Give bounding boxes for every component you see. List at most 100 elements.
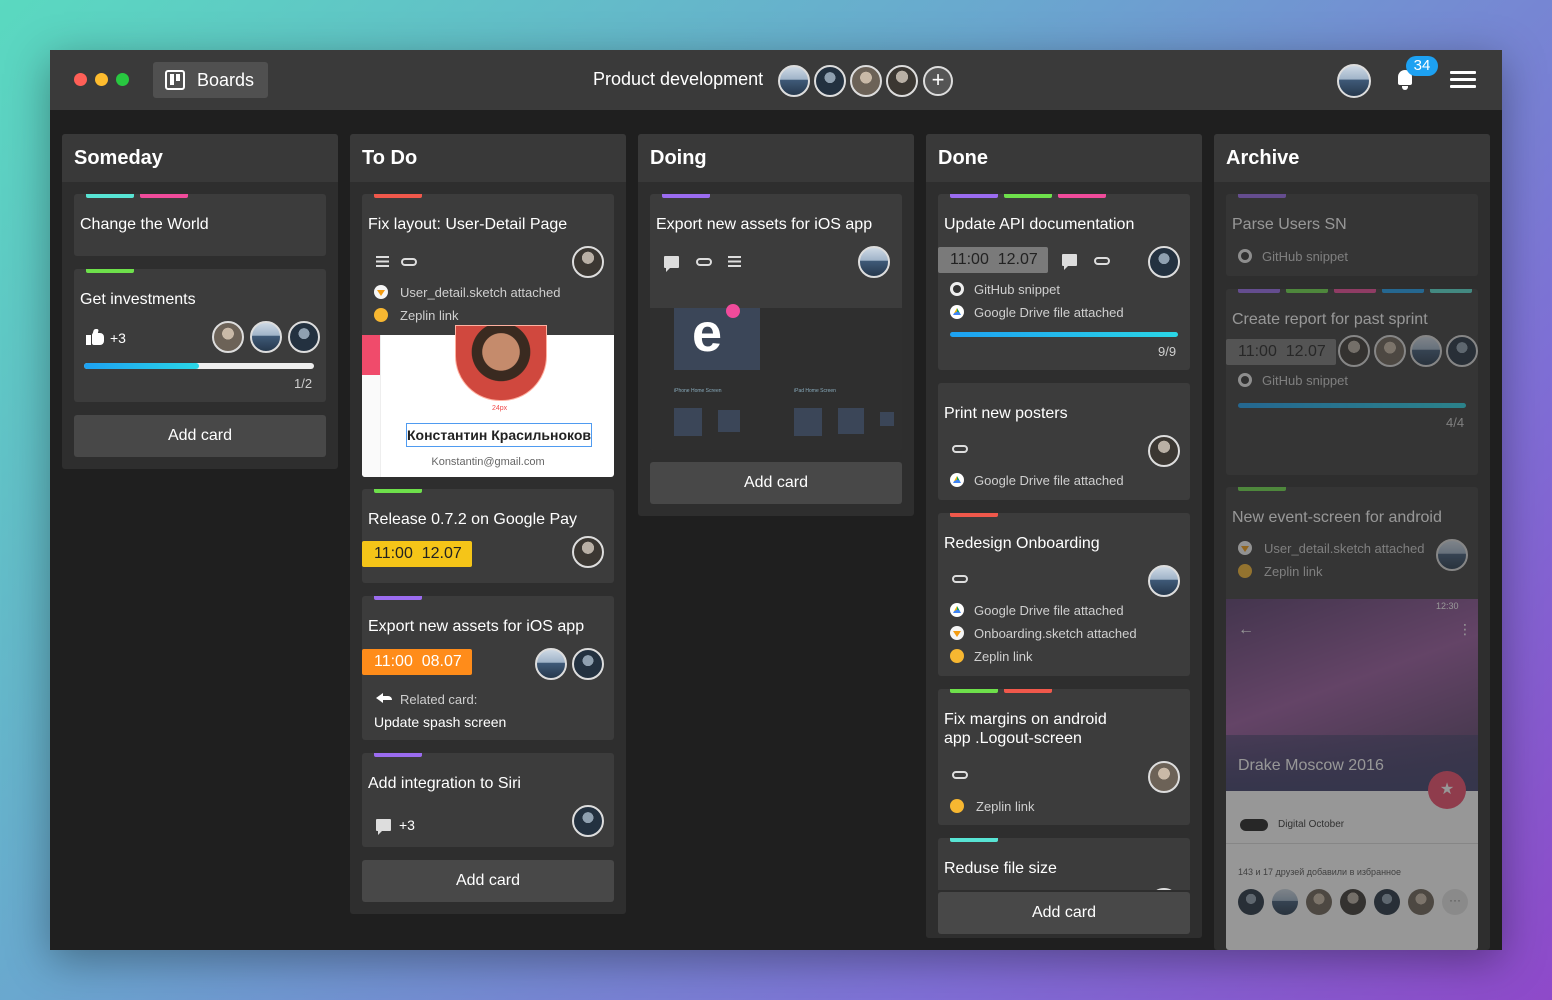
progress-fill <box>1238 403 1466 408</box>
comment-count: +3 <box>399 817 415 833</box>
attachment-link[interactable]: Zeplin link <box>400 308 459 323</box>
label-green <box>1004 194 1052 198</box>
due-time: 11:00 <box>950 251 989 268</box>
add-card-button[interactable]: Add card <box>650 462 902 504</box>
member-avatar[interactable] <box>535 648 567 680</box>
member-avatar[interactable] <box>886 65 918 97</box>
add-card-button[interactable]: Add card <box>74 415 326 457</box>
label-cyan <box>950 838 998 842</box>
friend-avatar <box>1238 889 1264 915</box>
member-avatar[interactable] <box>1436 539 1468 571</box>
member-avatar[interactable] <box>288 321 320 353</box>
boards-button[interactable]: Boards <box>153 62 268 98</box>
due-date[interactable]: 11:00 12.07 <box>1226 339 1336 365</box>
related-card-link[interactable]: Update spash screen <box>374 714 506 730</box>
top-bar: Boards Product development + 34 <box>50 50 1502 110</box>
member-avatar[interactable] <box>1148 565 1180 597</box>
member-avatar[interactable] <box>250 321 282 353</box>
member-avatar[interactable] <box>572 648 604 680</box>
attachment-link[interactable]: Onboarding.sketch attached <box>974 626 1137 641</box>
member-avatar[interactable] <box>1374 335 1406 367</box>
due-date[interactable]: 11:00 12.07 <box>362 541 472 567</box>
zeplin-icon <box>950 799 964 813</box>
card-title: Reduse file size <box>944 860 1057 877</box>
friend-avatar <box>1306 889 1332 915</box>
menu-icon[interactable] <box>1450 71 1476 89</box>
card[interactable]: Release 0.7.2 on Google Pay 11:00 12.07 <box>362 489 614 583</box>
friend-avatar <box>1340 889 1366 915</box>
label-purple <box>374 596 422 600</box>
progress-fill <box>950 332 1178 337</box>
due-date[interactable]: 11:00 08.07 <box>362 649 472 675</box>
member-avatar[interactable] <box>1410 335 1442 367</box>
column-title: Archive <box>1214 134 1490 182</box>
organizer-logo <box>1240 819 1268 831</box>
attachment-link[interactable]: Zeplin link <box>974 649 1033 664</box>
attachment-link[interactable]: GitHub snippet <box>974 282 1060 297</box>
card[interactable]: Export new assets for iOS app 11:00 08.0… <box>362 596 614 740</box>
description-icon <box>376 256 389 267</box>
board-title[interactable]: Product development <box>593 69 763 90</box>
attachment-link[interactable]: Zeplin link <box>976 799 1035 814</box>
favorite-star-icon[interactable]: ★ <box>1428 771 1466 809</box>
attachment-link[interactable]: Google Drive file attached <box>974 603 1124 618</box>
attachment-link[interactable]: GitHub snippet <box>1262 373 1348 388</box>
card[interactable]: Get investments +3 1/2 <box>74 269 326 402</box>
card[interactable]: Fix layout: User-Detail Page User_detail… <box>362 194 614 477</box>
member-avatar[interactable] <box>814 65 846 97</box>
member-avatar[interactable] <box>1338 335 1370 367</box>
member-avatar[interactable] <box>778 65 810 97</box>
member-avatar[interactable] <box>572 536 604 568</box>
due-time: 11:00 <box>1238 343 1277 360</box>
attachment-icon <box>1094 257 1110 265</box>
card[interactable]: Change the World <box>74 194 326 256</box>
label-cyan <box>1430 289 1472 293</box>
preview-label: iPad Home Screen <box>794 388 836 394</box>
card-title: Add integration to Siri <box>368 775 521 792</box>
attachment-link[interactable]: User_detail.sketch attached <box>1264 541 1424 556</box>
label-cyan <box>86 194 134 198</box>
member-avatar[interactable] <box>1148 761 1180 793</box>
card[interactable]: Redesign Onboarding Google Drive file at… <box>938 513 1190 676</box>
card[interactable]: New event-screen for android User_detail… <box>1226 487 1478 950</box>
column-archive: Archive Parse Users SN GitHub snippet Cr… <box>1214 134 1490 950</box>
back-arrow-icon[interactable]: ← <box>1238 621 1254 639</box>
comment-icon <box>376 819 391 835</box>
card[interactable]: Reduse file size <box>938 838 1190 898</box>
card-title: Redesign Onboarding <box>944 535 1100 552</box>
attachment-link[interactable]: Google Drive file attached <box>974 305 1124 320</box>
card-cover-image: 24px Константин Красильноков Konstantin@… <box>362 325 614 477</box>
member-avatar[interactable] <box>850 65 882 97</box>
label-purple <box>950 194 998 198</box>
member-avatar[interactable] <box>1446 335 1478 367</box>
card[interactable]: Export new assets for iOS app e iPhone H… <box>650 194 902 450</box>
user-avatar[interactable] <box>1337 64 1371 98</box>
member-avatar[interactable] <box>858 246 890 278</box>
add-card-button[interactable]: Add card <box>362 860 614 902</box>
card[interactable]: Print new posters Google Drive file atta… <box>938 383 1190 500</box>
card[interactable]: Add integration to Siri +3 <box>362 753 614 847</box>
attachment-link[interactable]: Google Drive file attached <box>974 473 1124 488</box>
card[interactable]: Update API documentation 11:00 12.07 Git… <box>938 194 1190 370</box>
attachment-link[interactable]: User_detail.sketch attached <box>400 285 560 300</box>
attachment-link[interactable]: GitHub snippet <box>1262 249 1348 264</box>
close-window-button[interactable] <box>74 73 87 86</box>
member-avatar[interactable] <box>1148 246 1180 278</box>
maximize-window-button[interactable] <box>116 73 129 86</box>
more-options-icon[interactable]: ⋮ <box>1458 621 1472 638</box>
more-friends-icon[interactable]: ··· <box>1442 889 1468 915</box>
minimize-window-button[interactable] <box>95 73 108 86</box>
member-avatar[interactable] <box>572 805 604 837</box>
card[interactable]: Fix margins on android app .Logout-scree… <box>938 689 1190 825</box>
member-avatar[interactable] <box>572 246 604 278</box>
card[interactable]: Parse Users SN GitHub snippet <box>1226 194 1478 276</box>
add-member-icon[interactable]: + <box>923 66 953 96</box>
member-avatar[interactable] <box>212 321 244 353</box>
thumb-up-icon[interactable] <box>86 329 104 345</box>
add-card-button[interactable]: Add card <box>938 892 1190 934</box>
attachment-link[interactable]: Zeplin link <box>1264 564 1323 579</box>
progress-text: 9/9 <box>1158 344 1177 359</box>
member-avatar[interactable] <box>1148 435 1180 467</box>
card[interactable]: Create report for past sprint 11:00 12.0… <box>1226 289 1478 475</box>
due-date[interactable]: 11:00 12.07 <box>938 247 1048 273</box>
